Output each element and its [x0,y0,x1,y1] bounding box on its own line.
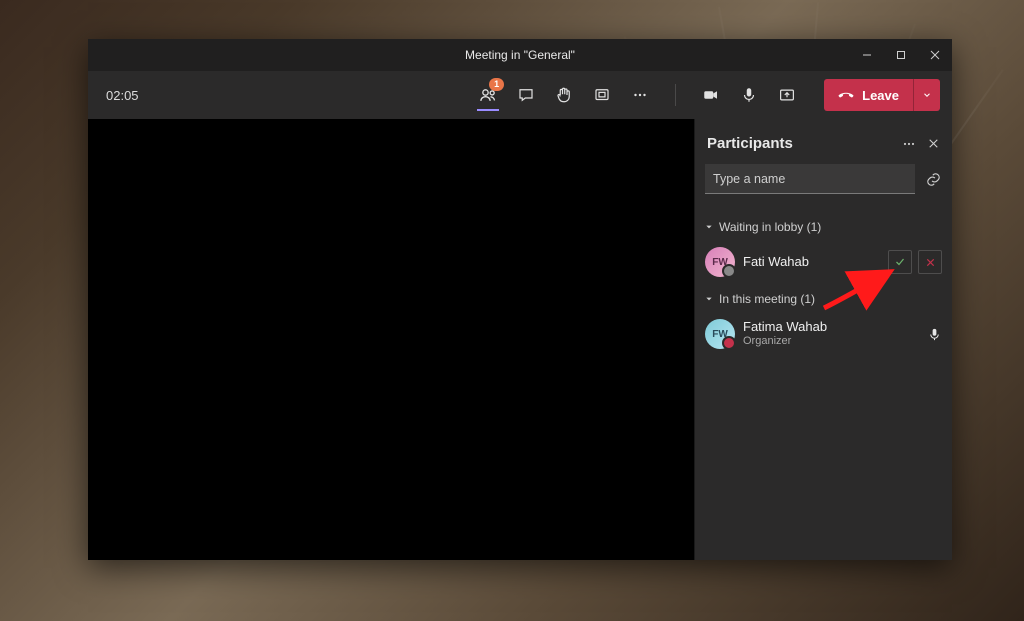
lobby-section-label: Waiting in lobby (1) [719,220,821,234]
rooms-icon [593,86,611,104]
toolbar-center-group: 1 [469,71,659,119]
chevron-down-icon [922,90,932,100]
leave-button-group: Leave [824,79,940,111]
window-controls [850,39,952,71]
mic-button[interactable] [730,71,768,119]
lobby-actions [888,250,942,274]
chat-button[interactable] [507,71,545,119]
mic-icon [927,327,942,342]
meeting-toolbar: 02:05 1 [88,71,952,119]
meeting-section-label: In this meeting (1) [719,292,815,306]
share-button[interactable] [768,71,806,119]
panel-title: Participants [707,135,793,152]
close-icon [930,50,940,60]
deny-button[interactable] [918,250,942,274]
window-title: Meeting in "General" [465,48,575,62]
panel-close-button[interactable] [927,137,940,150]
mic-icon [740,86,758,104]
x-icon [925,257,936,268]
minimize-icon [862,50,872,60]
participant-role: Organizer [743,335,919,348]
more-actions-button[interactable] [621,71,659,119]
participants-badge: 1 [489,78,504,91]
hangup-icon [838,87,854,103]
participants-button[interactable]: 1 [469,71,507,119]
camera-icon [702,86,720,104]
avatar: FW [705,319,735,349]
admit-button[interactable] [888,250,912,274]
avatar: FW [705,247,735,277]
caret-down-icon [705,295,713,303]
video-stage [88,119,694,560]
presence-busy-icon [722,336,736,350]
participants-panel: Participants [694,119,952,560]
participant-search-input[interactable] [705,164,915,194]
close-icon [927,137,940,150]
meeting-timer: 02:05 [106,88,139,103]
ellipsis-icon [631,86,649,104]
presence-away-icon [722,264,736,278]
meeting-participant-row[interactable]: FW Fatima Wahab Organizer [705,314,942,354]
lobby-section-header[interactable]: Waiting in lobby (1) [705,220,942,234]
share-invite-button[interactable] [925,171,942,188]
participant-mic-indicator [927,327,942,342]
participant-name: Fatima Wahab [743,320,919,335]
close-window-button[interactable] [918,39,952,71]
ellipsis-icon [901,136,917,152]
caret-down-icon [705,223,713,231]
raise-hand-button[interactable] [545,71,583,119]
check-icon [894,256,906,268]
toolbar-divider [675,84,676,106]
panel-more-button[interactable] [901,136,917,152]
maximize-button[interactable] [884,39,918,71]
toolbar-device-group [692,71,806,119]
titlebar: Meeting in "General" [88,39,952,71]
maximize-icon [896,50,906,60]
leave-menu-button[interactable] [913,79,940,111]
rooms-button[interactable] [583,71,621,119]
leave-button[interactable]: Leave [824,79,913,111]
share-screen-icon [778,86,796,104]
lobby-participant-row[interactable]: FW Fati Wahab [705,242,942,282]
link-icon [925,171,942,188]
meeting-section-header[interactable]: In this meeting (1) [705,292,942,306]
camera-button[interactable] [692,71,730,119]
minimize-button[interactable] [850,39,884,71]
search-row [705,164,942,194]
participant-name: Fati Wahab [743,255,880,270]
panel-header: Participants [705,129,942,164]
hand-icon [555,86,573,104]
chat-icon [517,86,535,104]
meeting-body: Participants [88,119,952,560]
leave-label: Leave [862,88,899,103]
meeting-window: Meeting in "General" 02:05 1 [88,39,952,560]
